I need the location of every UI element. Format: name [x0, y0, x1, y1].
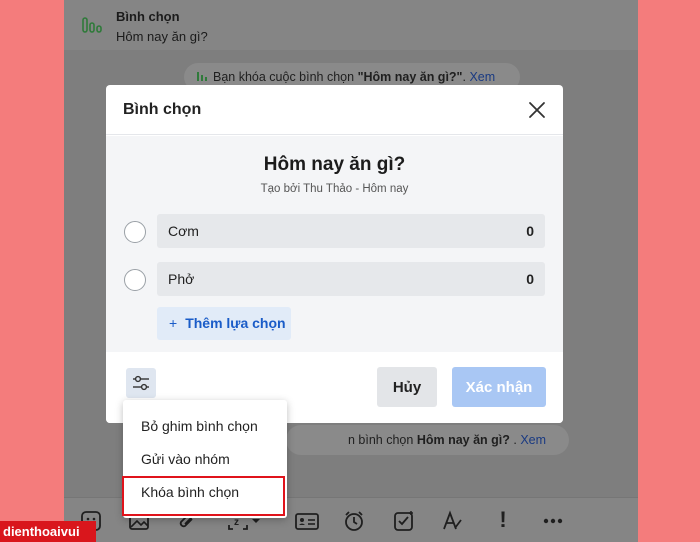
poll-options-menu: Bỏ ghim bình chọn Gửi vào nhóm Khóa bình… — [123, 400, 287, 518]
confirm-button[interactable]: Xác nhận — [452, 367, 546, 407]
system-message-bottom: n bình chọn Hôm nay ăn gì? . Xem — [286, 425, 569, 455]
dialog-header: Bình chọn — [106, 85, 563, 135]
contact-card-icon[interactable] — [294, 510, 320, 532]
poll-option[interactable]: Phở 0 — [157, 262, 545, 296]
system-message-poll-name: Hôm nay ăn gì? — [416, 433, 510, 447]
poll-icon — [82, 17, 102, 33]
urgent-icon[interactable]: ! — [496, 507, 510, 532]
option-radio[interactable] — [124, 221, 146, 243]
menu-item-unpin-poll[interactable]: Bỏ ghim bình chọn — [123, 410, 287, 443]
system-message-text: n bình chọn — [348, 433, 417, 447]
plus-icon: + — [169, 315, 178, 331]
option-vote-count: 0 — [526, 223, 534, 239]
format-text-icon[interactable] — [441, 510, 463, 532]
poll-dialog: Bình chọn Hôm nay ăn gì? Tạo bởi Thu Thả… — [106, 85, 563, 423]
pinned-subtitle: Hôm nay ăn gì? — [116, 29, 208, 44]
reminder-icon[interactable] — [343, 510, 365, 532]
poll-question: Hôm nay ăn gì? — [263, 154, 406, 175]
pinned-poll-bar[interactable]: Bình chọn Hôm nay ăn gì? — [64, 0, 638, 50]
poll-creator: Tạo bởi Thu Thảo - Hôm nay — [260, 183, 409, 195]
system-message-suffix: . — [509, 433, 521, 447]
view-link[interactable]: Xem — [469, 70, 495, 84]
add-option-label: Thêm lựa chọn — [185, 315, 286, 331]
option-label: Cơm — [168, 223, 199, 239]
option-vote-count: 0 — [526, 271, 534, 287]
svg-text:z: z — [234, 517, 239, 528]
settings-sliders-icon — [133, 375, 149, 391]
poll-settings-button[interactable] — [126, 368, 156, 398]
option-radio[interactable] — [124, 269, 146, 291]
system-message-text: Bạn khóa cuộc bình chọn — [213, 70, 358, 84]
option-label: Phở — [168, 271, 195, 287]
dialog-body: Hôm nay ăn gì? Tạo bởi Thu Thảo - Hôm na… — [106, 136, 563, 352]
poll-icon — [197, 72, 207, 81]
view-link[interactable]: Xem — [520, 433, 546, 447]
menu-item-lock-poll[interactable]: Khóa bình chọn — [123, 476, 287, 509]
more-icon[interactable] — [542, 510, 564, 532]
poll-option[interactable]: Cơm 0 — [157, 214, 545, 248]
add-option-button[interactable]: + Thêm lựa chọn — [157, 307, 291, 340]
task-icon[interactable] — [393, 510, 415, 532]
menu-item-send-to-group[interactable]: Gửi vào nhóm — [123, 443, 287, 476]
close-icon[interactable] — [525, 98, 549, 122]
watermark: dienthoaivui — [0, 521, 96, 542]
pinned-title: Bình chọn — [116, 9, 180, 24]
dialog-title: Bình chọn — [123, 101, 202, 118]
system-message-poll-name: "Hôm nay ăn gì?" — [357, 70, 463, 84]
cancel-button[interactable]: Hủy — [377, 367, 437, 407]
